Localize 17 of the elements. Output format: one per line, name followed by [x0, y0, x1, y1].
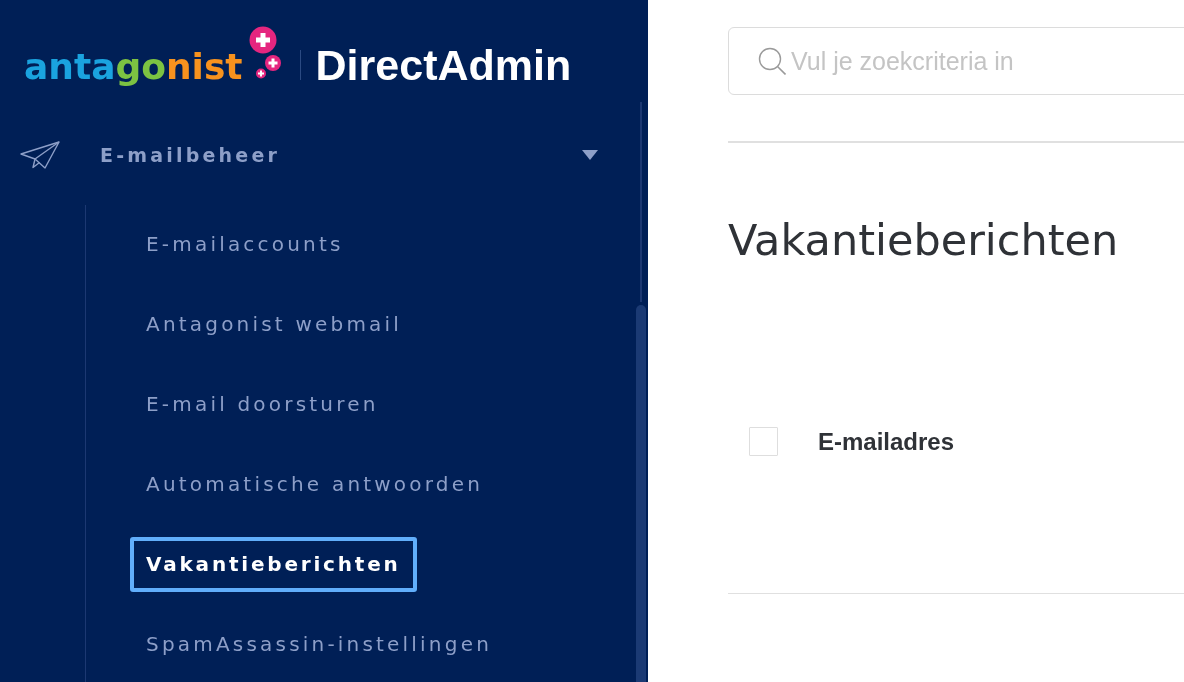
sidebar-item[interactable]: SpamAssassin-instellingen — [130, 617, 508, 672]
nav-group-toggle[interactable]: E-mailbeheer — [100, 140, 281, 170]
sidebar-item[interactable]: Vakantieberichten — [130, 537, 417, 592]
caret-down-icon[interactable] — [582, 150, 598, 160]
sidebar-item[interactable]: E-mailaccounts — [130, 217, 360, 272]
logo-product-name: DirectAdmin — [315, 44, 572, 87]
sidebar-item[interactable]: Automatische antwoorden — [130, 457, 500, 512]
scrollbar-thumb[interactable] — [636, 305, 646, 682]
select-all-checkbox[interactable] — [749, 427, 778, 456]
search-field[interactable]: Vul je zoekcriteria in — [728, 27, 1184, 95]
sidebar-item[interactable]: E-mail doorsturen — [130, 377, 395, 432]
column-header: E-mailadres — [818, 427, 955, 456]
page-title: Vakantieberichten — [728, 218, 1120, 262]
sidebar-item[interactable]: Antagonist webmail — [130, 297, 419, 352]
logo-wordmark: antagonist — [24, 49, 243, 85]
search-icon — [758, 47, 786, 75]
paper-plane-icon — [20, 141, 60, 169]
